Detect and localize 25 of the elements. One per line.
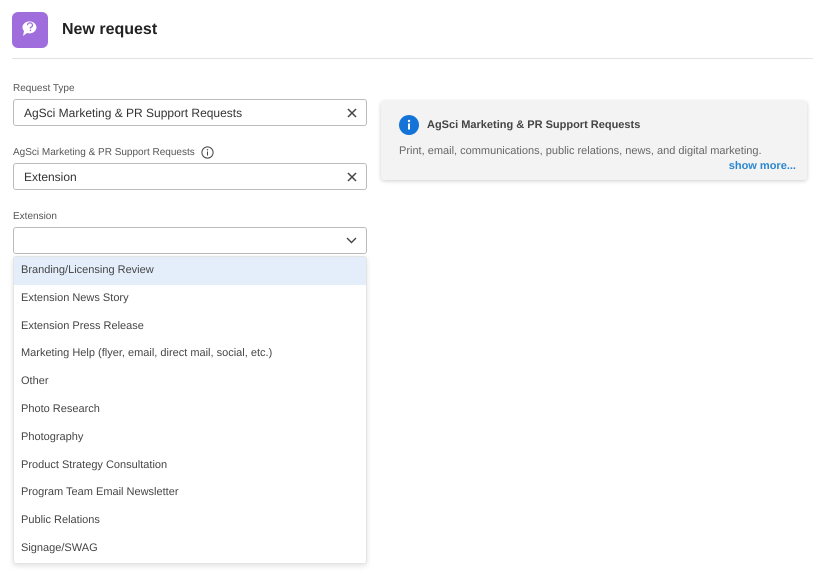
dropdown-option[interactable]: Branding/Licensing Review xyxy=(14,257,366,285)
card-title: AgSci Marketing & PR Support Requests xyxy=(427,119,640,131)
page-title: New request xyxy=(62,21,158,39)
field-label: AgSci Marketing & PR Support Requests xyxy=(13,146,195,158)
app-logo-icon xyxy=(12,12,48,48)
card-description: Print, email, communications, public relations, news, and digital marketing. xyxy=(399,145,763,157)
field-label: Request Type xyxy=(13,82,75,94)
dropdown-option[interactable]: Extension Press Release xyxy=(14,312,366,340)
dropdown-option[interactable]: Photography xyxy=(14,424,366,452)
dropdown-option[interactable]: Signage/SWAG xyxy=(14,534,366,563)
info-icon xyxy=(399,115,419,135)
dropdown-option[interactable]: Public Relations xyxy=(14,507,366,535)
field-label: Extension xyxy=(13,210,57,222)
dropdown-option[interactable]: Program Team Email Newsletter xyxy=(14,479,366,508)
select-field[interactable]: AgSci Marketing & PR Support Requests xyxy=(13,99,367,126)
select-field[interactable] xyxy=(13,227,367,254)
chevron-down-icon[interactable] xyxy=(346,237,357,244)
dropdown-option[interactable]: Marketing Help (flyer, email, direct mail, social, etc.) xyxy=(14,340,366,368)
clear-icon[interactable] xyxy=(347,172,357,182)
dropdown-option[interactable]: Product Strategy Consultation xyxy=(14,452,366,480)
dropdown-option[interactable]: Extension News Story xyxy=(14,284,366,313)
clear-icon[interactable] xyxy=(347,108,357,118)
dropdown-option[interactable]: Photo Research xyxy=(14,396,366,424)
dropdown-option[interactable]: Other xyxy=(14,368,366,396)
select-field[interactable]: Extension xyxy=(13,163,367,190)
